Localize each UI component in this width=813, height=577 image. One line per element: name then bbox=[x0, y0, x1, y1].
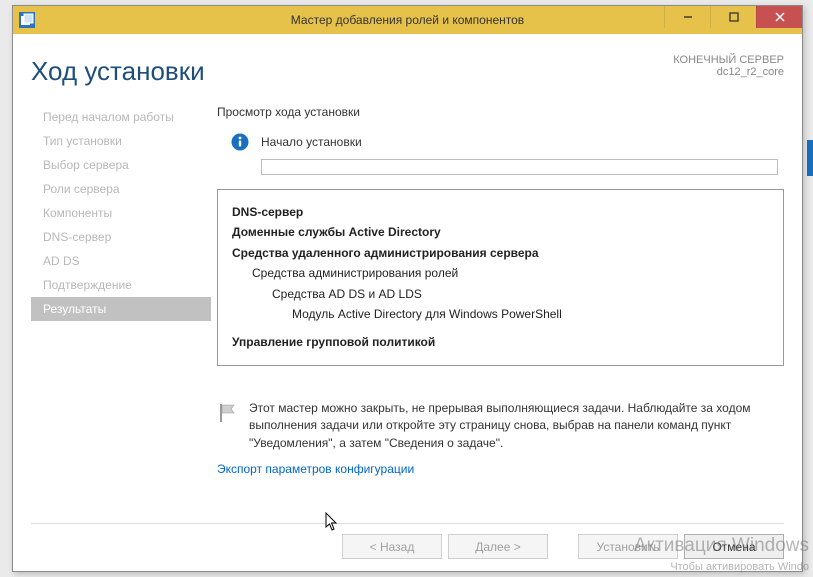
detail-line: Управление групповой политикой bbox=[232, 332, 769, 352]
sidebar-item-results: Результаты bbox=[31, 297, 211, 321]
next-button: Далее > bbox=[448, 534, 548, 559]
detail-line: Средства AD DS и AD LDS bbox=[232, 284, 769, 304]
sidebar-item-adds: AD DS bbox=[31, 249, 211, 273]
close-button[interactable] bbox=[756, 6, 802, 28]
mouse-cursor-icon bbox=[325, 512, 339, 532]
detail-line: Модуль Active Directory для Windows Powe… bbox=[232, 304, 769, 324]
sidebar-item-server-roles: Роли сервера bbox=[31, 177, 211, 201]
maximize-button[interactable] bbox=[710, 6, 756, 28]
page-title: Ход установки bbox=[31, 56, 205, 87]
install-button: Установить bbox=[578, 534, 678, 559]
progress-bar bbox=[261, 159, 778, 175]
background-accent bbox=[807, 140, 813, 176]
note-text: Этот мастер можно закрыть, не прерывая в… bbox=[249, 400, 778, 452]
sidebar-item-server-selection: Выбор сервера bbox=[31, 153, 211, 177]
progress-section-label: Просмотр хода установки bbox=[217, 105, 784, 119]
wizard-window: Мастер добавления ролей и компонентов Хо… bbox=[12, 5, 803, 572]
install-details-box: DNS-сервер Доменные службы Active Direct… bbox=[217, 189, 784, 366]
detail-line: DNS-сервер bbox=[232, 202, 769, 222]
destination-label: КОНЕЧНЫЙ СЕРВЕР bbox=[673, 54, 784, 66]
detail-line: Средства администрирования ролей bbox=[232, 263, 769, 283]
cancel-button[interactable]: Отмена bbox=[684, 534, 784, 559]
export-config-link[interactable]: Экспорт параметров конфигурации bbox=[217, 462, 784, 476]
detail-line: Доменные службы Active Directory bbox=[232, 222, 769, 242]
status-text: Начало установки bbox=[261, 135, 362, 149]
wizard-footer: < Назад Далее > Установить Отмена bbox=[31, 523, 784, 559]
sidebar-item-confirmation: Подтверждение bbox=[31, 273, 211, 297]
sidebar-item-dns: DNS-сервер bbox=[31, 225, 211, 249]
sidebar-item-before-you-begin: Перед началом работы bbox=[31, 105, 211, 129]
wizard-steps-sidebar: Перед началом работы Тип установки Выбор… bbox=[31, 101, 211, 517]
destination-server-info: КОНЕЧНЫЙ СЕРВЕР dc12_r2_core bbox=[673, 54, 784, 78]
sidebar-item-install-type: Тип установки bbox=[31, 129, 211, 153]
detail-line: Средства удаленного администрирования се… bbox=[232, 243, 769, 263]
minimize-button[interactable] bbox=[664, 6, 710, 28]
back-button: < Назад bbox=[342, 534, 442, 559]
sidebar-item-features: Компоненты bbox=[31, 201, 211, 225]
titlebar[interactable]: Мастер добавления ролей и компонентов bbox=[13, 6, 802, 34]
info-icon bbox=[231, 133, 249, 151]
flag-icon bbox=[217, 402, 239, 424]
destination-name: dc12_r2_core bbox=[673, 66, 784, 78]
